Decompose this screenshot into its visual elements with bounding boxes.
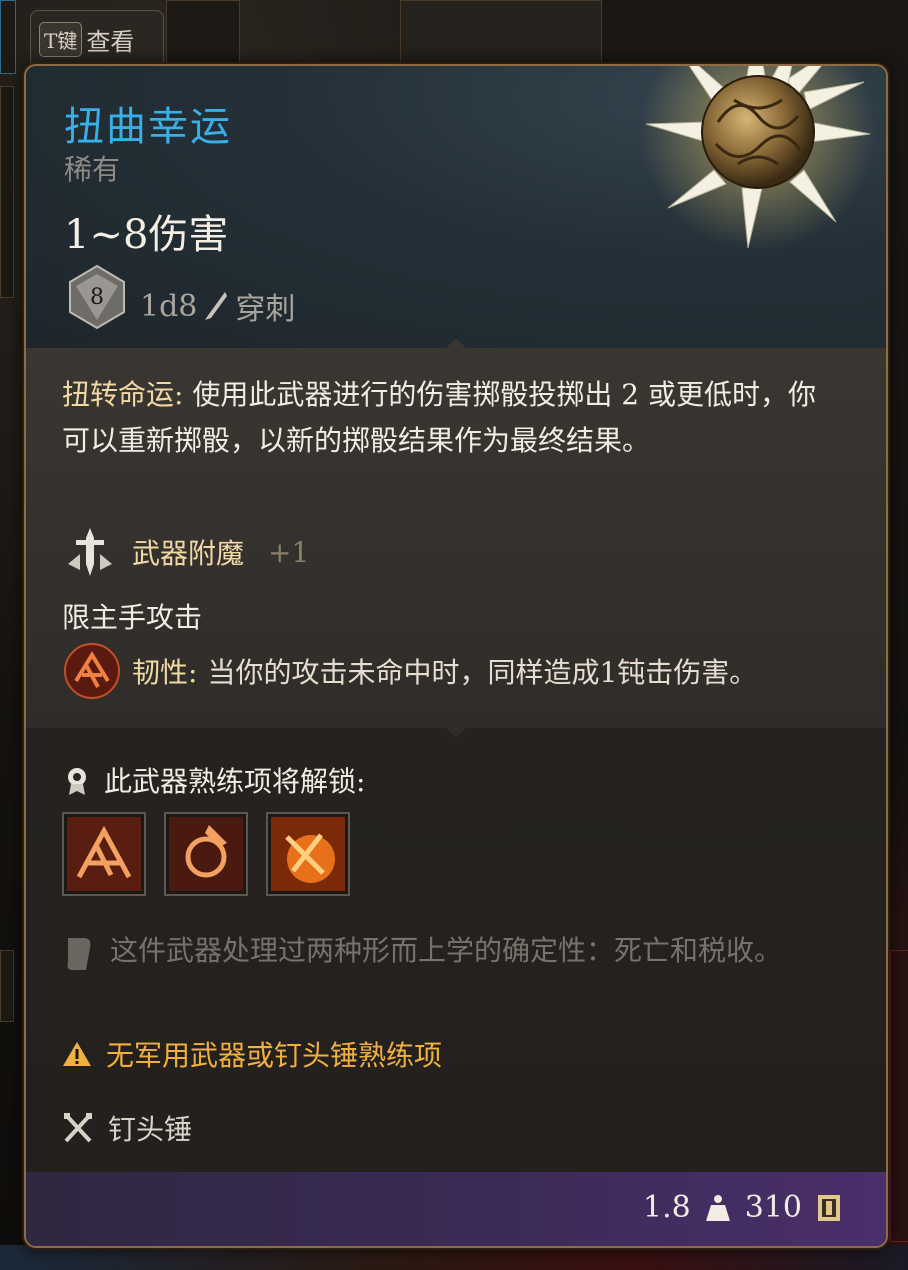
action-bar	[0, 1245, 908, 1270]
item-tooltip: 扭曲幸运 稀有 1~8伤害 8 1d8 穿刺 扭转命运: 使用此武器进行的伤害掷…	[24, 64, 888, 1248]
tough-row: 韧性: 当你的攻击未命中时，同样造成1钝击伤害。	[62, 641, 757, 701]
ability-description: 扭转命运: 使用此武器进行的伤害掷骰投掷出 2 或更低时，你可以重新掷骰，以新的…	[62, 372, 822, 464]
section-divider	[446, 728, 466, 738]
proficiency-unlock-row: 此武器熟练项将解锁:	[62, 760, 365, 800]
lore-text: 这件武器处理过两种形而上学的确定性：死亡和税收。	[110, 934, 783, 967]
weapon-type: 钉头锤	[108, 1113, 193, 1146]
scroll-icon	[67, 938, 91, 970]
item-damage: 1~8伤害	[64, 212, 229, 258]
tough-text: 当你的攻击未命中时，同样造成1钝击伤害。	[207, 656, 758, 689]
d8-die-icon: 8	[69, 264, 125, 330]
cleave-icon[interactable]	[62, 812, 146, 896]
enchantment-value: +1	[268, 535, 310, 569]
proficiency-unlock-label: 此武器熟练项将解锁:	[104, 765, 366, 798]
weight-icon	[705, 1194, 730, 1221]
item-value: 310	[744, 1190, 802, 1225]
piercing-icon	[205, 292, 228, 320]
tough-name: 韧性:	[132, 656, 198, 689]
crossed-weapons-icon	[64, 1113, 92, 1143]
proficiency-actions	[62, 812, 350, 896]
inventory-slot[interactable]	[166, 0, 240, 66]
heartstopper-icon[interactable]	[266, 812, 350, 896]
concussive-smash-icon[interactable]	[164, 812, 248, 896]
inventory-slot[interactable]	[0, 950, 14, 1022]
weapon-type-row: 钉头锤	[62, 1108, 192, 1148]
section-divider	[446, 338, 466, 348]
inventory-slot[interactable]	[890, 950, 908, 1242]
enchantment-name: 武器附魔	[132, 537, 245, 570]
warning-icon	[63, 1042, 91, 1066]
warning-text: 无军用武器或钉头锤熟练项	[106, 1039, 443, 1072]
hint-label: 查看	[86, 27, 135, 56]
inspect-hint[interactable]: T键 查看	[30, 10, 164, 68]
die-face-value: 8	[90, 285, 104, 310]
inventory-slot[interactable]	[0, 86, 14, 298]
damage-dice-row: 1d8 穿刺	[140, 284, 295, 328]
weapon-enchantment-icon	[68, 528, 112, 576]
damage-type: 穿刺	[235, 292, 296, 327]
inventory-slot[interactable]	[0, 0, 16, 74]
morningstar-icon	[640, 66, 876, 250]
proficiency-medal-icon	[68, 768, 86, 795]
enchantment-row: 武器附魔 +1	[62, 524, 309, 580]
inventory-slot[interactable]	[400, 0, 602, 64]
tough-icon	[64, 643, 120, 699]
item-weight: 1.8	[643, 1190, 691, 1225]
proficiency-warning: 无军用武器或钉头锤熟练项	[62, 1034, 442, 1074]
main-hand-only: 限主手攻击	[62, 601, 203, 634]
damage-dice: 1d8	[140, 288, 198, 324]
item-rarity: 稀有	[64, 153, 121, 186]
hint-key: T键	[39, 21, 83, 57]
item-name: 扭曲幸运	[64, 104, 232, 150]
item-stats-footer: 1.8 310	[643, 1190, 842, 1225]
ability-name: 扭转命运:	[62, 378, 184, 411]
gold-coin-icon	[818, 1194, 840, 1221]
